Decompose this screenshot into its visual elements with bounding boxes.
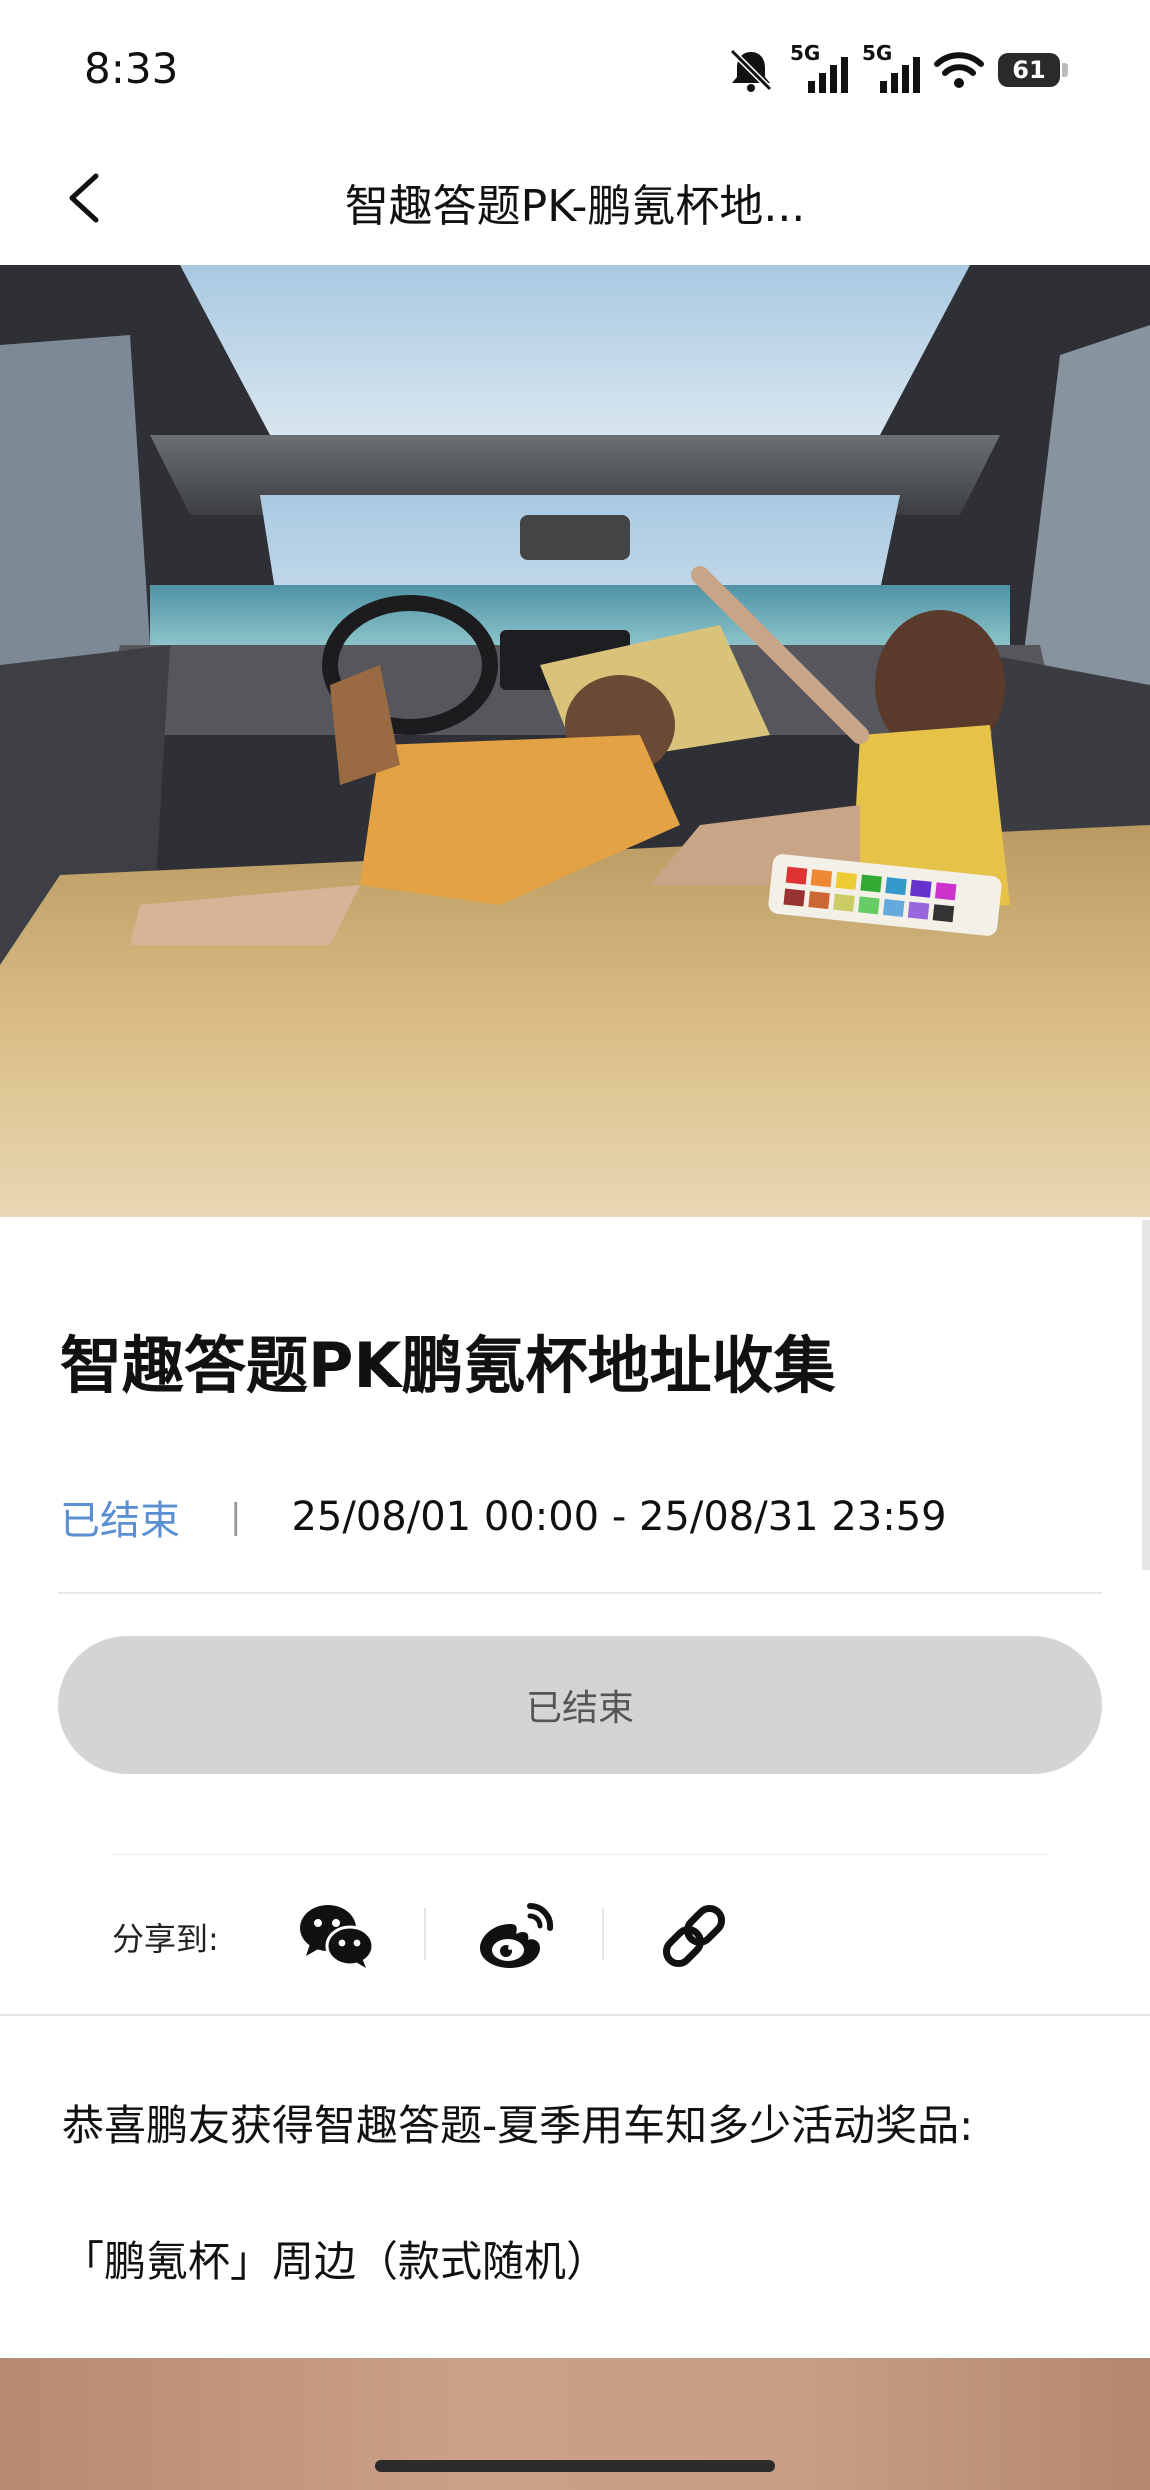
share-separator	[424, 1908, 426, 1960]
bell-muted-icon	[729, 48, 773, 92]
status-bar: 8:33 5G 5G 61	[0, 0, 1150, 140]
weibo-icon	[480, 1902, 554, 1968]
home-indicator[interactable]	[375, 2460, 775, 2472]
share-row: 分享到:	[112, 1890, 1048, 1980]
wechat-icon	[300, 1905, 375, 1968]
hero-image	[0, 265, 1150, 1217]
status-badge: 已结束	[60, 1498, 180, 1544]
chevron-left-icon	[69, 173, 99, 223]
scrollbar[interactable]	[1142, 1220, 1150, 1570]
date-range: 25/08/01 00:00 - 25/08/31 23:59	[291, 1494, 947, 1540]
cell-signal-icon-2: 5G	[862, 41, 920, 93]
body-paragraph: 恭喜鹏友获得智趣答题-夏季用车知多少活动奖品:	[62, 2101, 974, 2150]
meta-separator: |	[230, 1497, 242, 1537]
weibo-share-button[interactable]	[476, 1898, 556, 1974]
body-paragraph: 「鹏氪杯」周边（款式随机）	[62, 2237, 609, 2286]
divider	[112, 1854, 1048, 1855]
page-title: 智趣答题PK鹏氪杯地址收集	[60, 1329, 836, 1402]
divider	[58, 1592, 1102, 1594]
status-time: 8:33	[84, 44, 179, 93]
share-label: 分享到:	[112, 1920, 219, 1958]
event-meta: 已结束 | 25/08/01 00:00 - 25/08/31 23:59	[60, 1488, 947, 1546]
copy-link-button[interactable]	[654, 1898, 734, 1974]
nav-bar: 智趣答题PK-鹏氪杯地...	[0, 140, 1150, 264]
car-interior-picture	[0, 265, 1150, 1217]
cell-signal-icon-1: 5G	[790, 41, 848, 93]
signal-label-2: 5G	[862, 41, 893, 65]
nav-title: 智趣答题PK-鹏氪杯地...	[344, 181, 806, 232]
status-icons: 5G 5G 61	[726, 40, 1068, 100]
battery-level: 61	[1012, 56, 1046, 84]
back-button[interactable]	[56, 168, 116, 228]
battery-icon: 61	[998, 53, 1068, 87]
wifi-icon	[934, 52, 984, 88]
share-separator	[602, 1908, 604, 1960]
divider	[0, 2014, 1150, 2016]
link-icon	[662, 1904, 726, 1968]
signal-label-1: 5G	[790, 41, 821, 65]
wechat-share-button[interactable]	[296, 1898, 376, 1974]
ended-button[interactable]: 已结束	[58, 1636, 1102, 1774]
